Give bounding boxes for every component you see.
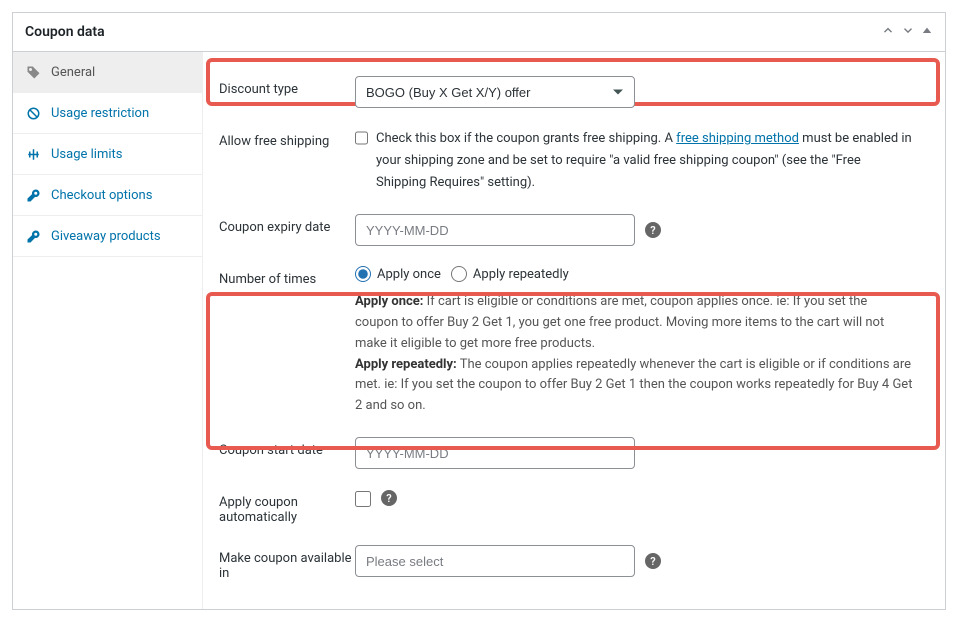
available-in-input[interactable] [355, 545, 635, 577]
main-content: Discount type BOGO (Buy X Get X/Y) offer… [203, 52, 945, 609]
panel-move-down-icon[interactable] [901, 23, 915, 41]
row-start-date: Coupon start date [203, 427, 929, 479]
discount-type-select[interactable]: BOGO (Buy X Get X/Y) offer [355, 76, 635, 108]
row-available-in: Make coupon available in ? [203, 535, 929, 591]
radio-apply-repeatedly[interactable] [451, 266, 467, 282]
row-discount-type: Discount type BOGO (Buy X Get X/Y) offer [203, 66, 929, 118]
sidebar-item-label: Usage restriction [51, 106, 149, 121]
panel-toggle-icon[interactable] [921, 24, 933, 40]
sidebar-item-giveaway-products[interactable]: Giveaway products [13, 216, 202, 257]
sidebar-item-general[interactable]: General [13, 52, 202, 93]
sidebar-item-usage-restriction[interactable]: Usage restriction [13, 93, 202, 134]
sliders-icon [25, 146, 41, 162]
tag-icon [25, 64, 41, 80]
label-free-shipping: Allow free shipping [203, 128, 355, 149]
free-shipping-method-link[interactable]: free shipping method [676, 131, 799, 146]
help-icon[interactable]: ? [645, 553, 661, 569]
start-date-input[interactable] [355, 437, 635, 469]
help-icon[interactable]: ? [381, 490, 397, 506]
sidebar: General Usage restriction Usage limits C… [13, 52, 203, 609]
expiry-date-input[interactable] [355, 214, 635, 246]
radio-apply-once-wrapper[interactable]: Apply once [355, 266, 441, 282]
wrench-icon [25, 187, 41, 203]
sidebar-item-label: Giveaway products [51, 229, 161, 244]
radio-apply-repeatedly-label: Apply repeatedly [473, 267, 569, 282]
row-free-shipping: Allow free shipping Check this box if th… [203, 118, 929, 204]
apply-auto-checkbox[interactable] [355, 491, 371, 507]
label-number-of-times: Number of times [203, 266, 355, 287]
free-shipping-checkbox[interactable] [355, 130, 368, 146]
ban-icon [25, 105, 41, 121]
radio-apply-once-label: Apply once [377, 267, 441, 282]
label-apply-auto: Apply coupon automatically [203, 489, 355, 525]
panel-title: Coupon data [25, 24, 105, 40]
sidebar-item-label: General [51, 65, 95, 80]
panel-body: General Usage restriction Usage limits C… [13, 52, 945, 609]
help-icon[interactable]: ? [645, 222, 661, 238]
label-start-date: Coupon start date [203, 437, 355, 458]
panel-header-controls [881, 23, 933, 41]
row-apply-auto: Apply coupon automatically ? [203, 479, 929, 535]
panel-move-up-icon[interactable] [881, 23, 895, 41]
radio-apply-repeatedly-wrapper[interactable]: Apply repeatedly [451, 266, 569, 282]
sidebar-item-label: Usage limits [51, 147, 122, 162]
sidebar-item-usage-limits[interactable]: Usage limits [13, 134, 202, 175]
label-discount-type: Discount type [203, 76, 355, 97]
label-available-in: Make coupon available in [203, 545, 355, 581]
row-expiry: Coupon expiry date ? [203, 204, 929, 256]
sidebar-item-checkout-options[interactable]: Checkout options [13, 175, 202, 216]
panel-header: Coupon data [13, 13, 945, 52]
label-expiry: Coupon expiry date [203, 214, 355, 235]
radio-apply-once[interactable] [355, 266, 371, 282]
sidebar-item-label: Checkout options [51, 188, 152, 203]
coupon-data-panel: Coupon data General [12, 12, 946, 610]
number-of-times-desc: Apply once: If cart is eligible or condi… [355, 292, 913, 417]
wrench-icon [25, 228, 41, 244]
free-shipping-help: Check this box if the coupon grants free… [376, 128, 913, 194]
row-number-of-times: Number of times Apply once Apply repeate… [203, 256, 929, 427]
